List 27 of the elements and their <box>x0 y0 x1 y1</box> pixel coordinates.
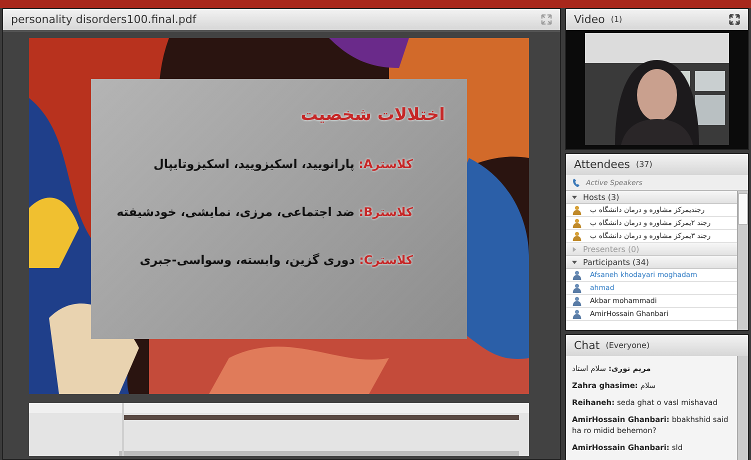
disclosure-icon <box>572 260 577 264</box>
slide-title: اختلالات شخصیت <box>300 105 445 125</box>
user-icon <box>572 309 582 319</box>
disclosure-icon <box>572 194 577 200</box>
attendee-group[interactable]: Participants (34) <box>566 256 737 269</box>
pod-title: Video <box>574 13 605 26</box>
slide-bullet: کلاسترA: پارانویید، اسکیزویید، اسکیزوتایپال <box>152 157 413 171</box>
scrollbar[interactable] <box>737 356 748 460</box>
user-icon <box>572 296 582 306</box>
chat-scope: (Everyone) <box>606 341 650 350</box>
phone-icon <box>572 178 582 188</box>
attendee-count: (37) <box>636 160 652 169</box>
slide-bullet: کلاسترC: دوری گزین، وابسته، وسواسی-جبری <box>138 253 413 267</box>
scrollbar[interactable] <box>737 191 748 330</box>
fullscreen-icon[interactable] <box>729 14 740 25</box>
user-icon <box>572 205 582 215</box>
user-icon <box>572 283 582 293</box>
pod-title: Chat <box>574 339 600 352</box>
disclosure-icon <box>572 246 577 252</box>
pod-title: personality disorders100.final.pdf <box>11 13 196 26</box>
user-icon <box>572 270 582 280</box>
attendee-group[interactable]: Hosts (3) <box>566 191 737 204</box>
slide-bullet: کلاسترB: ضد اجتماعی، مرزی، نمایشی، خودشیفته <box>116 205 413 219</box>
user-icon <box>572 218 582 228</box>
video-count: (1) <box>610 15 622 24</box>
pod-title: Attendees <box>574 158 630 171</box>
user-icon <box>572 231 582 241</box>
